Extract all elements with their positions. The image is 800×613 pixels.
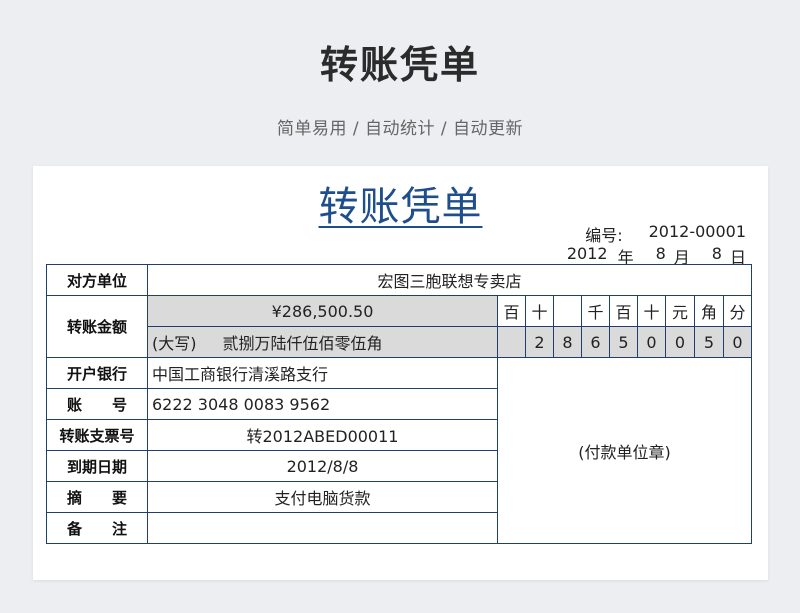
digit-cell: 6 — [581, 326, 610, 358]
digit-cell: 0 — [723, 326, 752, 358]
digit-header: 元 — [665, 295, 695, 327]
counterparty-field[interactable]: 宏图三胞联想专卖店 — [147, 264, 752, 296]
digit-cell: 0 — [665, 326, 695, 358]
remark-field[interactable] — [147, 512, 498, 544]
digit-cell: 8 — [553, 326, 582, 358]
counterparty-label: 对方单位 — [46, 264, 148, 296]
account-label: 账 号 — [46, 388, 148, 420]
page-subtitle: 简单易用 / 自动统计 / 自动更新 — [276, 119, 524, 139]
digit-header: 分 — [723, 295, 752, 327]
digit-header: 百 — [609, 295, 638, 327]
digit-header: 角 — [694, 295, 724, 327]
check-label: 转账支票号 — [46, 419, 148, 451]
due-field[interactable]: 2012/8/8 — [147, 450, 498, 482]
amount-label: 转账金额 — [46, 295, 148, 358]
amount-upper-field[interactable]: (大写) 贰捌万陆仟伍佰零伍角 — [147, 326, 498, 358]
amount-field[interactable]: ¥286,500.50 — [147, 295, 498, 327]
row-counterparty: 对方单位 宏图三胞联想专卖店 — [46, 264, 752, 296]
digit-header: 十 — [637, 295, 666, 327]
row-amount-upper: (大写) 贰捌万陆仟伍佰零伍角 2 8 6 5 0 0 5 0 — [47, 326, 752, 358]
due-label: 到期日期 — [46, 450, 148, 482]
voucher-card: 转账凭单 编号: 2012-00001 2012 年 8 月 8 日 对方单位 … — [33, 166, 768, 580]
amount-upper-label: (大写) — [152, 334, 197, 353]
row-bank: 开户银行 中国工商银行清溪路支行 (付款单位章) — [46, 357, 752, 544]
bank-field[interactable]: 中国工商银行清溪路支行 — [147, 357, 498, 389]
digit-header: 千 — [581, 295, 610, 327]
payer-stamp-area: (付款单位章) — [497, 357, 752, 544]
digit-cell — [497, 326, 526, 358]
summary-field[interactable]: 支付电脑货款 — [147, 481, 498, 513]
voucher-number-label: 编号: — [585, 226, 623, 245]
page-title: 转账凭单 — [319, 43, 480, 87]
row-amount: 转账金额 ¥286,500.50 百 十 千 百 十 元 角 分 — [46, 295, 752, 358]
digit-cell: 5 — [609, 326, 638, 358]
voucher-number-value: 2012-00001 — [648, 222, 746, 241]
digit-cell: 0 — [637, 326, 666, 358]
digit-header: 百 — [497, 295, 526, 327]
digit-header — [553, 295, 582, 327]
voucher-number: 编号: 2012-00001 — [585, 222, 746, 246]
summary-label: 摘 要 — [46, 481, 148, 513]
remark-label: 备 注 — [46, 512, 148, 544]
digit-cell: 5 — [694, 326, 724, 358]
amount-upper-value: 贰捌万陆仟伍佰零伍角 — [222, 334, 383, 353]
account-field[interactable]: 6222 3048 0083 9562 — [147, 388, 498, 420]
voucher-table: 对方单位 宏图三胞联想专卖店 转账金额 ¥286,500.50 百 十 千 百 … — [46, 264, 752, 544]
digit-header: 十 — [525, 295, 554, 327]
bank-label: 开户银行 — [46, 357, 148, 389]
check-field[interactable]: 转2012ABED00011 — [147, 419, 498, 451]
digit-cell: 2 — [525, 326, 554, 358]
